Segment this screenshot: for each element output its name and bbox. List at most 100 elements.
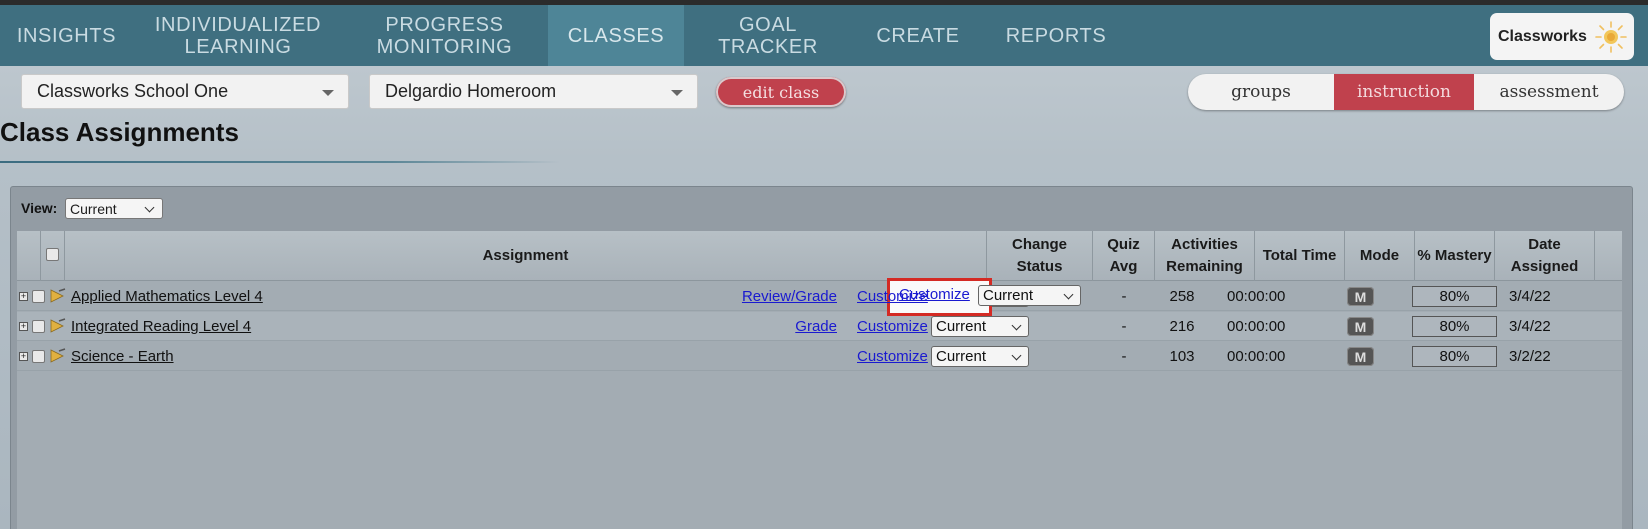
activities-remaining: 258 [1169, 288, 1195, 305]
expand-icon[interactable]: + [19, 352, 28, 361]
date-assigned: 3/2/22 [1509, 348, 1551, 365]
customize-link-highlighted[interactable]: Customize [899, 286, 970, 303]
customize-link-cell: Customize [857, 342, 928, 371]
chevron-down-icon [144, 202, 155, 213]
header-date-line2: Assigned [1510, 258, 1579, 275]
top-navigation: INSIGHTS INDIVIDUALIZED LEARNING PROGRES… [0, 0, 1648, 66]
header-activities-line1: Activities [1171, 236, 1238, 253]
total-time: 00:00:00 [1227, 288, 1286, 305]
nav-progress-monitoring[interactable]: PROGRESS MONITORING [362, 5, 527, 66]
nav-individualized-learning[interactable]: INDIVIDUALIZED LEARNING [148, 5, 328, 66]
status-select[interactable]: Current [931, 316, 1029, 337]
status-select-highlighted[interactable]: Current [978, 285, 1081, 306]
caret-down-icon [322, 90, 334, 96]
caret-down-icon [671, 90, 683, 96]
expand-icon[interactable]: + [19, 322, 28, 331]
mode-button[interactable]: M [1347, 287, 1374, 306]
quiz-avg: - [1121, 318, 1127, 335]
chevron-down-icon [1011, 350, 1022, 361]
mode-button[interactable]: M [1347, 317, 1374, 336]
school-select[interactable]: Classworks School One [21, 74, 349, 109]
header-change-status-line1: Change [1011, 236, 1067, 253]
header-total-time[interactable]: Total Time [1255, 231, 1345, 281]
customize-link-cell: Customize [857, 312, 928, 341]
grade-link[interactable]: Grade [795, 318, 837, 335]
mastery-value: 80% [1412, 286, 1497, 307]
assignment-link[interactable]: Science - Earth [71, 342, 174, 371]
view-label: View: [21, 200, 58, 216]
header-mastery[interactable]: % Mastery [1415, 231, 1495, 281]
expand-icon[interactable]: + [19, 292, 28, 301]
row-checkbox[interactable] [32, 290, 45, 303]
status-select-value: Current [983, 287, 1034, 304]
view-filter-select[interactable]: Current [65, 198, 163, 219]
header-spacer [17, 231, 41, 281]
quiz-avg: - [1121, 288, 1127, 305]
customize-link[interactable]: Customize [857, 348, 928, 365]
header-checkbox-cell [41, 231, 65, 281]
review-grade-link[interactable]: Review/Grade [742, 288, 837, 305]
header-date-line1: Date [1528, 236, 1561, 253]
total-time: 00:00:00 [1227, 348, 1286, 365]
mode-button[interactable]: M [1347, 347, 1374, 366]
grade-link-cell: Review/Grade [737, 282, 837, 311]
header-mode[interactable]: Mode [1345, 231, 1415, 281]
view-mode-segmented-control: groups instruction assessment [1188, 74, 1624, 110]
header-activities-remaining[interactable]: Activities Remaining [1155, 231, 1255, 281]
chevron-down-icon [1063, 289, 1074, 300]
row-checkbox[interactable] [32, 350, 45, 363]
assignment-name[interactable]: Applied Mathematics Level 4 [71, 288, 263, 305]
nav-insights[interactable]: INSIGHTS [0, 5, 133, 66]
header-change-status[interactable]: Change Status [987, 231, 1093, 281]
table-row: + Integrated Reading Level 4 Grade Custo… [17, 312, 1622, 341]
header-quiz-avg-line2: Avg [1109, 258, 1138, 275]
page-title: Class Assignments [0, 117, 239, 147]
nav-reports[interactable]: REPORTS [1000, 5, 1112, 66]
segment-instruction[interactable]: instruction [1334, 74, 1474, 110]
brand-logo[interactable]: Classworks [1490, 13, 1634, 60]
header-quiz-avg-line1: Quiz [1107, 236, 1140, 253]
segment-groups[interactable]: groups [1188, 74, 1334, 110]
view-filter-value: Current [70, 200, 117, 217]
assignment-link[interactable]: Integrated Reading Level 4 [71, 312, 251, 341]
table-header: Assignment Change Status Quiz Avg Activiti… [17, 231, 1622, 281]
header-change-status-line2: Status [1016, 258, 1063, 275]
sun-icon [1595, 21, 1627, 53]
assignment-name[interactable]: Science - Earth [71, 348, 174, 365]
assignments-panel: View: Current Assignment Change Status Qu… [10, 186, 1633, 529]
segment-assessment[interactable]: assessment [1474, 74, 1624, 110]
customize-link[interactable]: Customize [857, 318, 928, 335]
mastery-value: 80% [1412, 346, 1497, 367]
table-row: + Science - Earth Customize Current - 10… [17, 342, 1622, 371]
nav-goal-tracker[interactable]: GOAL TRACKER [690, 5, 846, 66]
title-divider [0, 161, 560, 163]
header-assignment[interactable]: Assignment [65, 231, 987, 281]
row-checkbox[interactable] [32, 320, 45, 333]
class-select-value: Delgardio Homeroom [385, 81, 557, 101]
activities-remaining: 216 [1169, 318, 1195, 335]
assignment-name[interactable]: Integrated Reading Level 4 [71, 318, 251, 335]
nav-create[interactable]: CREATE [872, 5, 964, 66]
assignment-link[interactable]: Applied Mathematics Level 4 [71, 282, 263, 311]
header-date-assigned[interactable]: Date Assigned [1495, 231, 1595, 281]
status-select-value: Current [936, 348, 987, 365]
chevron-down-icon [1011, 320, 1022, 331]
brand-name: Classworks [1498, 27, 1587, 45]
assignments-table: Assignment Change Status Quiz Avg Activiti… [17, 231, 1622, 529]
header-activities-line2: Remaining [1166, 258, 1243, 275]
quiz-avg: - [1121, 348, 1127, 365]
pencil-icon [50, 318, 66, 333]
status-select[interactable]: Current [931, 346, 1029, 367]
grade-link-cell: Grade [737, 312, 837, 341]
select-all-checkbox[interactable] [46, 248, 59, 261]
edit-class-button[interactable]: edit class [716, 77, 846, 107]
table-row: + Applied Mathematics Level 4 Review/Gra… [17, 282, 1622, 311]
pencil-icon [50, 288, 66, 303]
date-assigned: 3/4/22 [1509, 288, 1551, 305]
school-select-value: Classworks School One [37, 81, 229, 101]
nav-classes[interactable]: CLASSES [548, 5, 684, 66]
pencil-icon [50, 348, 66, 363]
class-select[interactable]: Delgardio Homeroom [369, 74, 698, 109]
activities-remaining: 103 [1169, 348, 1195, 365]
header-quiz-avg[interactable]: Quiz Avg [1093, 231, 1155, 281]
